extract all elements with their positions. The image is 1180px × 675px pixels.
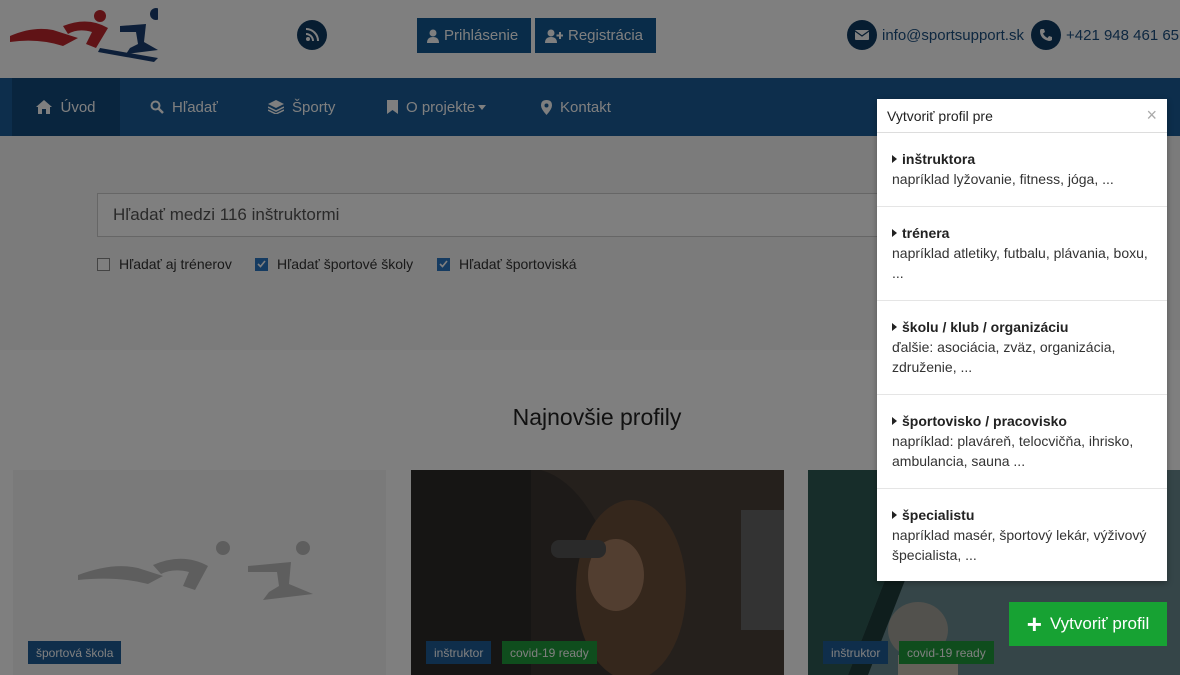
plus-icon: + <box>1026 609 1042 639</box>
profile-option-school[interactable]: školu / klub / organizáciu ďalšie: asoci… <box>877 301 1167 395</box>
caret-right-icon <box>892 323 897 331</box>
caret-right-icon <box>892 229 897 237</box>
caret-right-icon <box>892 417 897 425</box>
option-desc: napríklad atletiky, futbalu, plávania, b… <box>892 245 1148 281</box>
option-desc: ďalšie: asociácia, zväz, organizácia, zd… <box>892 339 1116 375</box>
option-title: športovisko / pracovisko <box>902 413 1067 429</box>
create-profile-popup: Vytvoriť profil pre × inštruktora naprík… <box>877 99 1167 581</box>
popup-header: Vytvoriť profil pre × <box>877 99 1167 133</box>
create-profile-label: Vytvoriť profil <box>1049 614 1150 633</box>
option-title: trénera <box>902 225 950 241</box>
option-desc: napríklad lyžovanie, fitness, jóga, ... <box>892 171 1114 187</box>
close-icon[interactable]: × <box>1146 106 1157 124</box>
option-title: inštruktora <box>902 151 976 167</box>
profile-option-venue[interactable]: športovisko / pracovisko napríklad: plav… <box>877 395 1167 489</box>
option-desc: napríklad masér, športový lekár, výživov… <box>892 527 1147 563</box>
option-desc: napríklad: plaváreň, telocvičňa, ihrisko… <box>892 433 1134 469</box>
option-title: špecialistu <box>902 507 975 523</box>
option-title: školu / klub / organizáciu <box>902 319 1069 335</box>
create-profile-button[interactable]: + Vytvoriť profil <box>1009 602 1167 646</box>
profile-option-trainer[interactable]: trénera napríklad atletiky, futbalu, plá… <box>877 207 1167 301</box>
profile-option-specialist[interactable]: špecialistu napríklad masér, športový le… <box>877 489 1167 582</box>
popup-title: Vytvoriť profil pre <box>887 107 993 124</box>
caret-right-icon <box>892 511 897 519</box>
caret-right-icon <box>892 155 897 163</box>
profile-option-instructor[interactable]: inštruktora napríklad lyžovanie, fitness… <box>877 133 1167 207</box>
